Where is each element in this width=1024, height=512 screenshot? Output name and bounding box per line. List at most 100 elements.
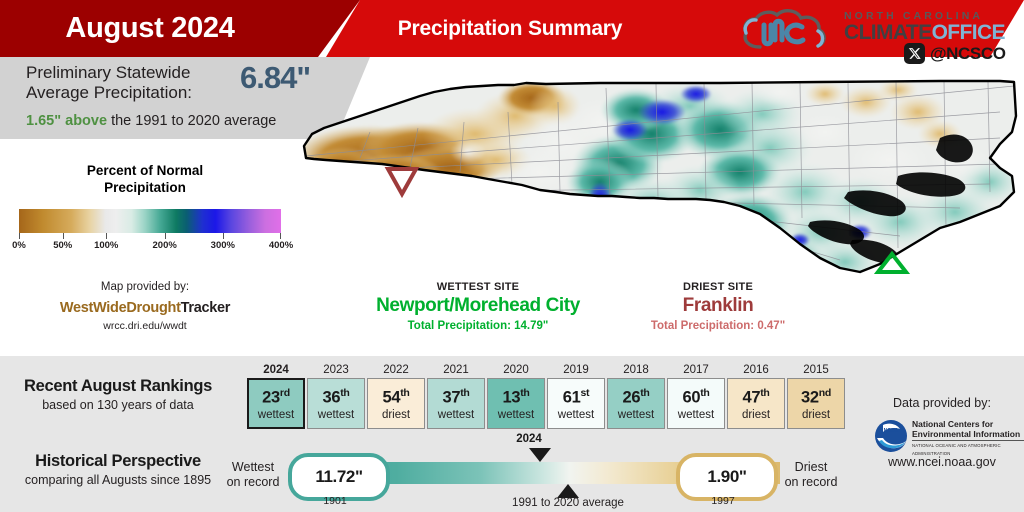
colorbar-tick-labels: 0% 50% 100% 200% 300% 400% [0, 240, 300, 254]
wwdt-url[interactable]: wrcc.dri.edu/wwdt [0, 320, 290, 332]
wettest-record-year: 1901 [323, 495, 347, 507]
driest-site-total: Total Precipitation: 0.47" [650, 320, 786, 332]
ranking-value-2024: 23rd [262, 387, 290, 407]
ranking-box-2024: 23rd wettest [247, 378, 305, 429]
ranking-column-2020: 2020 13th wettest [486, 361, 546, 429]
driest-record-value: 1.90" [676, 453, 778, 501]
infographic-root: August 2024 Precipitation Summary NORTH … [0, 0, 1024, 512]
wettest-on-record-line2: on record [226, 475, 280, 489]
ranking-suffix-2019: st [580, 387, 590, 400]
historical-perspective-chart: Wettest on record 11.72" 1901 1.90" 1997… [227, 433, 846, 509]
svg-text:NOAA: NOAA [884, 428, 899, 434]
colorbar-tick-100pct: 100% [94, 240, 119, 251]
ranking-word-2016: driest [741, 408, 771, 421]
ranking-value-2017: 60th [682, 387, 710, 407]
colorbar-tick-0pct: 0% [12, 240, 26, 251]
ranking-value-2016: 47th [742, 387, 770, 407]
ranking-suffix-2024: rd [279, 387, 290, 400]
ranking-year-2023: 2023 [323, 363, 349, 376]
ranking-box-2015: 32nd driest [787, 378, 845, 429]
x-twitter-icon[interactable] [904, 43, 925, 64]
statewide-label: Preliminary Statewide Average Precipitat… [26, 63, 266, 103]
banner-month-year: August 2024 [65, 12, 235, 44]
wwdt-dark-text: Tracker [180, 300, 231, 316]
ncei-wordmark: National Centers for Environmental Infor… [912, 419, 1024, 458]
ranking-box-2018: 26th wettest [607, 378, 665, 429]
ranking-box-2019: 61st wettest [547, 378, 605, 429]
red-inverted-triangle-marker [384, 167, 420, 199]
ranking-column-2024: 2024 23rd wettest [246, 361, 306, 429]
wwdt-wordmark: WestWideDroughtTracker [0, 300, 290, 316]
ranking-value-2023: 36th [322, 387, 350, 407]
ranking-year-2015: 2015 [803, 363, 829, 376]
ncei-line1: National Centers for [912, 419, 994, 429]
ranking-word-2023: wettest [317, 408, 355, 421]
average-marker-label: 1991 to 2020 average [512, 497, 624, 509]
ranking-column-2021: 2021 37th wettest [426, 361, 486, 429]
logo-wordmark: NORTH CAROLINA CLIMATEOFFICE [844, 10, 1006, 44]
ranking-column-2023: 2023 36th wettest [306, 361, 366, 429]
ranking-box-2017: 60th wettest [667, 378, 725, 429]
ranking-word-2022: driest [381, 408, 411, 421]
logo-climate-text: CLIMATE [844, 21, 932, 44]
ranking-year-2016: 2016 [743, 363, 769, 376]
ranking-suffix-2017: th [700, 387, 710, 400]
map-credit-label: Map provided by: [100, 281, 190, 293]
legend-title: Percent of Normal Precipitation [0, 162, 290, 196]
ncei-credit-title: Data provided by: [893, 396, 991, 410]
statewide-label-line2: Average Precipitation: [26, 83, 193, 102]
historical-title: Historical Perspective [35, 452, 201, 470]
colorbar-tick-200pct: 200% [152, 240, 177, 251]
ranking-column-2022: 2022 54th driest [366, 361, 426, 429]
ranking-column-2018: 2018 26th wettest [606, 361, 666, 429]
precipitation-map [300, 72, 1024, 302]
ranking-year-2018: 2018 [623, 363, 649, 376]
ranking-word-2024: wettest [257, 408, 295, 421]
ranking-value-2015: 32nd [801, 387, 831, 407]
statewide-label-line1: Preliminary Statewide [26, 63, 191, 82]
ranking-box-2023: 36th wettest [307, 378, 365, 429]
ranking-value-2022: 54th [382, 387, 410, 407]
colorbar-tickmark [106, 233, 108, 239]
ranking-column-2017: 2017 60th wettest [666, 361, 726, 429]
colorbar-tickmark [164, 233, 166, 239]
ranking-column-2019: 2019 61st wettest [546, 361, 606, 429]
wwdt-brown-text: WestWideDrought [59, 300, 181, 316]
ranking-word-2015: driest [801, 408, 831, 421]
ranking-suffix-2022: th [400, 387, 410, 400]
ranking-word-2019: wettest [557, 408, 595, 421]
ranking-suffix-2023: th [340, 387, 350, 400]
ranking-box-2022: 54th driest [367, 378, 425, 429]
rankings-subtitle: based on 130 years of data [42, 398, 194, 412]
ranking-word-2020: wettest [497, 408, 535, 421]
legend-title-line1: Percent of Normal [86, 163, 204, 178]
colorbar-tick-400pct: 400% [268, 240, 294, 251]
ranking-year-2021: 2021 [443, 363, 469, 376]
ranking-value-2020: 13th [502, 387, 530, 407]
colorbar-tickmark [19, 233, 20, 239]
rankings-title: Recent August Rankings [23, 377, 213, 395]
colorbar-tick-50pct: 50% [53, 240, 73, 251]
driest-record-year: 1997 [711, 495, 735, 507]
ranking-column-2016: 2016 47th driest [726, 361, 786, 429]
banner-title: Precipitation Summary [397, 16, 623, 40]
ranking-year-2024: 2024 [263, 363, 289, 376]
ranking-year-2022: 2022 [383, 363, 409, 376]
ranking-suffix-2021: th [460, 387, 470, 400]
ranking-box-2020: 13th wettest [487, 378, 545, 429]
ncei-line2: Environmental Information [912, 429, 1021, 439]
ranking-year-2019: 2019 [563, 363, 589, 376]
social-handle[interactable]: @NCSCO [904, 43, 1006, 64]
ranking-box-2021: 37th wettest [427, 378, 485, 429]
ranking-word-2018: wettest [617, 408, 655, 421]
wettest-on-record-line1: Wettest [231, 460, 275, 474]
colorbar-tick-300pct: 300% [210, 240, 235, 251]
ranking-word-2017: wettest [677, 408, 715, 421]
ranking-year-2020: 2020 [503, 363, 529, 376]
legend-title-line2: Precipitation [104, 180, 186, 195]
ncei-url[interactable]: www.ncei.noaa.gov [860, 455, 1024, 469]
colorbar-tickmark [222, 233, 224, 239]
colorbar [19, 209, 281, 233]
ranking-year-2017: 2017 [683, 363, 709, 376]
ranking-word-2021: wettest [437, 408, 475, 421]
